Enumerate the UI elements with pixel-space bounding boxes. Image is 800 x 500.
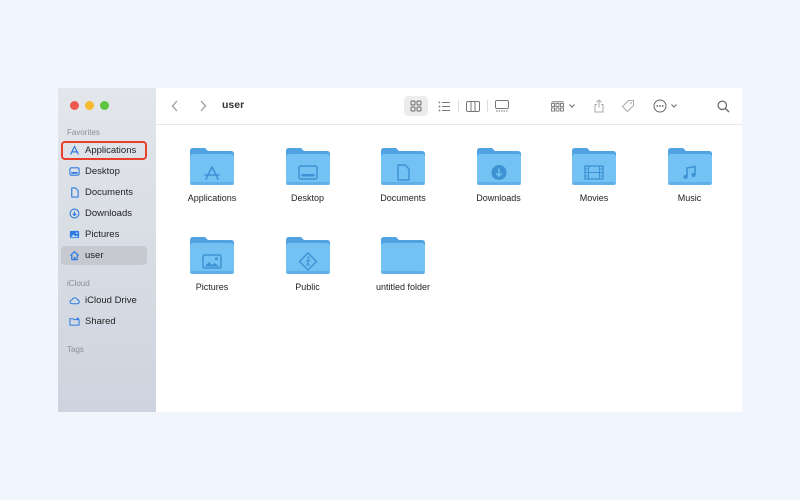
- folder-label: Desktop: [290, 193, 325, 203]
- app-store-folder-icon: [190, 148, 234, 185]
- folder-label: Applications: [187, 193, 237, 203]
- more-actions-button[interactable]: [650, 97, 680, 115]
- download-folder-icon: [476, 148, 521, 185]
- window-title: user: [222, 99, 245, 111]
- list-view-button[interactable]: [433, 97, 455, 115]
- sidebar-item-desktop[interactable]: Desktop: [61, 162, 147, 181]
- chevron-left-icon: [171, 100, 178, 112]
- gallery-view-button[interactable]: [491, 97, 513, 115]
- sidebar-item-user[interactable]: user: [61, 246, 147, 265]
- forward-button[interactable]: [196, 97, 210, 115]
- share-button[interactable]: [590, 97, 608, 115]
- folder-item[interactable]: Applications: [167, 145, 257, 203]
- tag-icon: [622, 100, 634, 112]
- gallery-icon: [495, 100, 509, 112]
- sidebar-item-downloads[interactable]: Downloads: [61, 204, 147, 223]
- search-button[interactable]: [714, 97, 732, 115]
- download-icon: [69, 208, 80, 219]
- minimize-button[interactable]: [85, 101, 94, 110]
- close-button[interactable]: [70, 101, 79, 110]
- sidebar: Favorites Applications Desktop Documents…: [58, 88, 156, 412]
- document-folder-icon: [381, 148, 425, 185]
- pictures-icon: [69, 229, 80, 240]
- desktop-folder-icon: [285, 148, 330, 185]
- column-view-button[interactable]: [462, 97, 484, 115]
- toolbar-divider: [458, 100, 459, 112]
- sidebar-item-label: Downloads: [85, 208, 132, 219]
- icon-view-button[interactable]: [404, 96, 428, 116]
- film-folder-icon: [572, 148, 616, 185]
- sidebar-item-label: Applications: [85, 145, 137, 156]
- toolbar-divider: [487, 100, 488, 112]
- document-icon: [69, 187, 80, 198]
- music-folder-icon: [667, 148, 712, 185]
- sidebar-item-label: iCloud Drive: [85, 295, 137, 306]
- sidebar-item-label: Documents: [85, 187, 134, 198]
- folder-label: Pictures: [195, 282, 229, 292]
- traffic-lights: [70, 101, 109, 110]
- folder-item[interactable]: Pictures: [167, 234, 257, 292]
- cloud-icon: [69, 295, 80, 306]
- columns-icon: [466, 100, 480, 112]
- shared-folder-icon: [69, 316, 80, 327]
- folder-label: Movies: [579, 193, 609, 203]
- sidebar-item-pictures[interactable]: Pictures: [61, 225, 147, 244]
- folder-label: Documents: [380, 193, 426, 203]
- sidebar-item-icloud-drive[interactable]: iCloud Drive: [61, 291, 147, 310]
- section-label-tags: Tags: [67, 345, 84, 354]
- sidebar-item-applications[interactable]: Applications: [61, 141, 147, 160]
- public-folder-icon: [285, 237, 330, 274]
- search-icon: [717, 100, 729, 112]
- folder-label: Public: [295, 282, 320, 292]
- sidebar-item-shared[interactable]: Shared: [61, 312, 147, 331]
- folder-item[interactable]: untitled folder: [358, 234, 448, 292]
- sidebar-item-label: Shared: [85, 316, 116, 327]
- group-icon: [550, 100, 564, 111]
- folder-item[interactable]: Movies: [549, 145, 639, 203]
- main-pane: user Applications Desktop Documents Down…: [156, 88, 742, 412]
- chevron-right-icon: [200, 100, 207, 112]
- folder-item[interactable]: Public: [263, 234, 353, 292]
- toolbar: user: [156, 88, 742, 125]
- finder-window: Favorites Applications Desktop Documents…: [58, 88, 742, 412]
- folder-item[interactable]: Documents: [358, 145, 448, 203]
- section-label-icloud: iCloud: [67, 279, 90, 288]
- sidebar-item-label: Desktop: [85, 166, 120, 177]
- desktop-icon: [69, 166, 80, 177]
- group-button[interactable]: [548, 97, 578, 115]
- folder-icon: [381, 237, 425, 274]
- folder-label: Downloads: [476, 193, 521, 203]
- app-store-icon: [69, 145, 80, 156]
- home-icon: [69, 250, 80, 261]
- folder-label: Music: [677, 193, 702, 203]
- grid-icon: [410, 100, 422, 112]
- folder-item[interactable]: Music: [645, 145, 735, 203]
- folder-label: untitled folder: [375, 282, 431, 292]
- share-icon: [594, 99, 604, 113]
- list-icon: [438, 101, 450, 111]
- sidebar-item-documents[interactable]: Documents: [61, 183, 147, 202]
- sidebar-item-label: Pictures: [85, 229, 120, 240]
- tag-button[interactable]: [618, 97, 638, 115]
- chevron-down-icon: [568, 104, 575, 108]
- back-button[interactable]: [168, 97, 182, 115]
- picture-folder-icon: [190, 237, 234, 274]
- ellipsis-circle-icon: [653, 99, 666, 113]
- folder-item[interactable]: Desktop: [263, 145, 353, 203]
- section-label-favorites: Favorites: [67, 128, 100, 137]
- chevron-down-icon: [670, 104, 677, 108]
- folder-item[interactable]: Downloads: [454, 145, 544, 203]
- zoom-button[interactable]: [100, 101, 109, 110]
- sidebar-item-label: user: [85, 250, 104, 261]
